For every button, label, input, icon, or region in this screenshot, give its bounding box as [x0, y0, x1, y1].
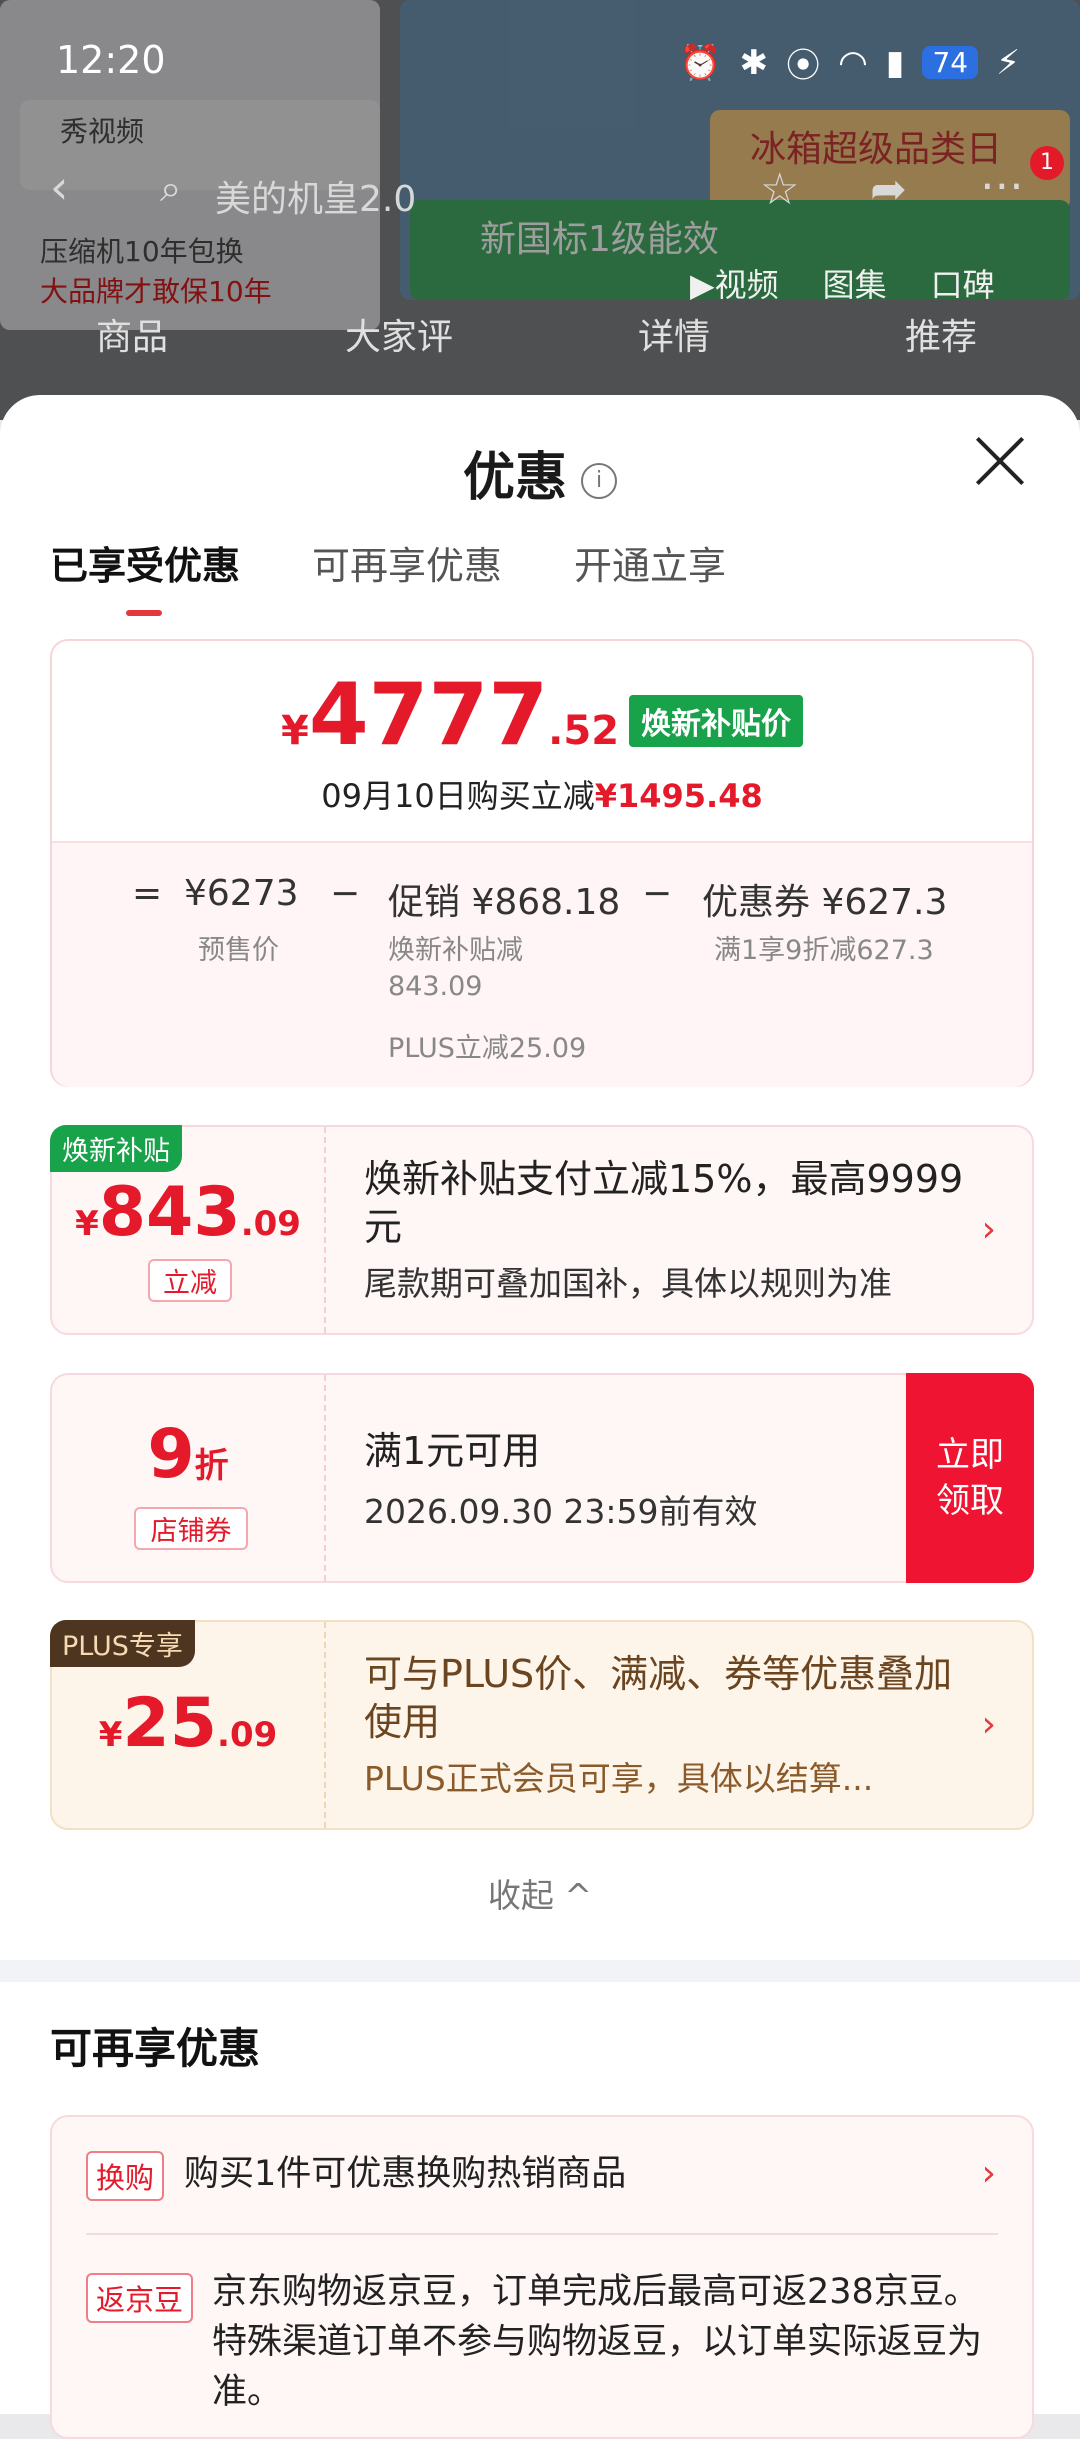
offer-tag: 换购	[86, 2151, 165, 2201]
presale-label: 预售价	[198, 935, 279, 966]
discount-tabs: 已享受优惠 可再享优惠 开通立享	[50, 535, 726, 616]
info-icon[interactable]: i	[581, 463, 617, 499]
coupon-title: 可与PLUS价、满减、券等优惠叠加使用	[364, 1652, 953, 1744]
promo-sub-plus: PLUS立减25.09	[388, 1033, 587, 1064]
close-icon[interactable]	[972, 433, 1028, 489]
status-bar: 12:20 ⏰ ✱ ⦿ ◠ ▮ 74 ⚡	[0, 0, 1080, 120]
presale-price: ¥6273	[184, 873, 299, 914]
promo-sub-hx: 焕新补贴减 843.09	[388, 935, 523, 1002]
discount-sheet: 优惠 i 已享受优惠 可再享优惠 开通立享 ¥4777.52 焕新补贴价 09月10…	[0, 395, 1080, 2439]
coupon-pill: 店铺券	[134, 1507, 248, 1550]
alarm-icon: ⏰	[679, 42, 722, 83]
amount-integer: 25	[122, 1684, 218, 1763]
back-icon[interactable]: ‹	[50, 160, 68, 214]
coupon-title: 焕新补贴支付立减15%，最高9999元	[364, 1157, 964, 1249]
amount-integer: 843	[98, 1173, 241, 1252]
currency-symbol: ¥	[75, 1204, 99, 1244]
coupon-validity: 2026.09.30 23:59前有效	[364, 1492, 758, 1531]
plus-tag: PLUS专享	[50, 1620, 195, 1667]
section-gap	[0, 1960, 1080, 1982]
coupon-card-shop: 9折 店铺券 满1元可用 2026.09.30 23:59前有效 立即 领取	[50, 1373, 1034, 1583]
currency-symbol: ¥	[98, 1715, 123, 1755]
coupon-discount: 9折	[52, 1415, 324, 1494]
offer-tag: 返京豆	[86, 2273, 194, 2323]
tab-more-available[interactable]: 可再享优惠	[312, 535, 502, 590]
sheet-title: 优惠 i	[0, 435, 1080, 510]
claim-coupon-button[interactable]: 立即 领取	[906, 1373, 1034, 1583]
notification-badge: 1	[1030, 146, 1064, 180]
amount-decimal: .09	[240, 1204, 301, 1244]
savings-prefix: 09月10日购买立减	[321, 777, 595, 815]
product-top-nav: ‹ ⌕ 美的机皇2.0 ☆ ➦ ⋯ 1	[0, 146, 1080, 230]
promo-amount: 促销 ¥868.18	[388, 882, 621, 923]
offer-text: 京东购物返京豆，订单完成后最高可返238京豆。特殊渠道订单不参与购物返豆，以订单…	[212, 2272, 983, 2412]
charging-icon: ⚡	[996, 42, 1020, 83]
page-tab[interactable]: 推荐	[905, 308, 977, 360]
clock: 12:20	[56, 38, 166, 82]
discount-value: 9	[147, 1415, 195, 1494]
divider	[86, 2233, 998, 2235]
search-text[interactable]: 美的机皇2.0	[215, 170, 416, 222]
coupon-title: 满1元可用	[364, 1429, 541, 1473]
tab-enjoyed[interactable]: 已享受优惠	[50, 535, 240, 616]
chevron-right-icon[interactable]: ›	[982, 2153, 996, 2194]
currency-symbol: ¥	[280, 708, 309, 754]
page-tab[interactable]: 商品	[96, 308, 168, 360]
offer-text[interactable]: 购买1件可优惠换购热销商品	[184, 2149, 974, 2199]
tab-activate[interactable]: 开通立享	[574, 535, 726, 590]
coupon-amount: 优惠券 ¥627.3	[702, 882, 948, 923]
discount-unit: 折	[194, 1446, 229, 1486]
coupon-sub: 尾款期可叠加国补，具体以规则为准	[364, 1264, 892, 1303]
coupon-tag: 焕新补贴	[50, 1125, 182, 1172]
more-offers-card: 换购 购买1件可优惠换购热销商品 › 返京豆 京东购物返京豆，订单完成后最高可返…	[50, 2115, 1034, 2439]
more-icon[interactable]: ⋯	[980, 160, 1024, 211]
price-summary-card: ¥4777.52 焕新补贴价 09月10日购买立减¥1495.48 = ¥6273…	[50, 639, 1034, 1087]
claim-button-label: 立即 领取	[936, 1435, 1004, 1521]
savings-line: 09月10日购买立减¥1495.48	[52, 771, 1032, 817]
chevron-right-icon[interactable]: ›	[982, 1209, 996, 1250]
wifi-icon: ◠	[838, 42, 868, 83]
battery-icon: 74	[922, 46, 979, 79]
signal-icon: ▮	[885, 42, 905, 83]
final-price: ¥4777.52 焕新补贴价	[52, 665, 1032, 765]
price-badge: 焕新补贴价	[629, 695, 804, 747]
product-page-tabs: 商品 大家评 详情 推荐	[0, 300, 1080, 360]
coupon-card-subsidy[interactable]: 焕新补贴 ¥843.09 立减 焕新补贴支付立减15%，最高9999元 尾款期可…	[50, 1125, 1034, 1335]
coupon-amount: ¥25.09	[52, 1684, 324, 1763]
coupon-amount-area: PLUS专享 ¥25.09	[50, 1620, 326, 1828]
bluetooth-icon: ✱	[739, 42, 769, 83]
coupon-sub: 满1享9折减627.3	[714, 935, 934, 966]
price-breakdown: = ¥6273 预售价 − 促销 ¥868.18 焕新补贴减 843.09 PL…	[52, 841, 1032, 1087]
share-icon[interactable]: ➦	[870, 164, 907, 215]
location-icon: ⦿	[786, 46, 821, 86]
coupon-amount: ¥843.09	[52, 1173, 324, 1252]
price-decimal: .52	[548, 708, 620, 754]
collapse-button[interactable]: 收起 ^	[0, 1869, 1080, 1917]
minus-sign: −	[642, 873, 673, 914]
coupon-amount-area: 9折 店铺券	[52, 1375, 326, 1581]
amount-decimal: .09	[217, 1715, 278, 1755]
section-title: 可再享优惠	[50, 2024, 261, 2073]
savings-amount: ¥1495.48	[594, 777, 763, 815]
equals-sign: =	[132, 873, 163, 914]
coupon-pill: 立减	[148, 1259, 232, 1302]
coupon-sub: PLUS正式会员可享，具体以结算...	[364, 1759, 874, 1798]
page-tab[interactable]: 大家评	[345, 308, 453, 360]
minus-sign: −	[330, 873, 361, 914]
page-tab[interactable]: 详情	[638, 308, 710, 360]
coupon-amount-area: 焕新补贴 ¥843.09 立减	[50, 1125, 326, 1333]
search-icon[interactable]: ⌕	[160, 166, 181, 211]
sheet-title-text: 优惠	[462, 448, 567, 508]
chevron-right-icon[interactable]: ›	[982, 1704, 996, 1745]
coupon-card-plus[interactable]: PLUS专享 ¥25.09 可与PLUS价、满减、券等优惠叠加使用 PLUS正式…	[50, 1620, 1034, 1830]
price-integer: 4777	[308, 665, 549, 765]
favorite-icon[interactable]: ☆	[760, 164, 799, 215]
